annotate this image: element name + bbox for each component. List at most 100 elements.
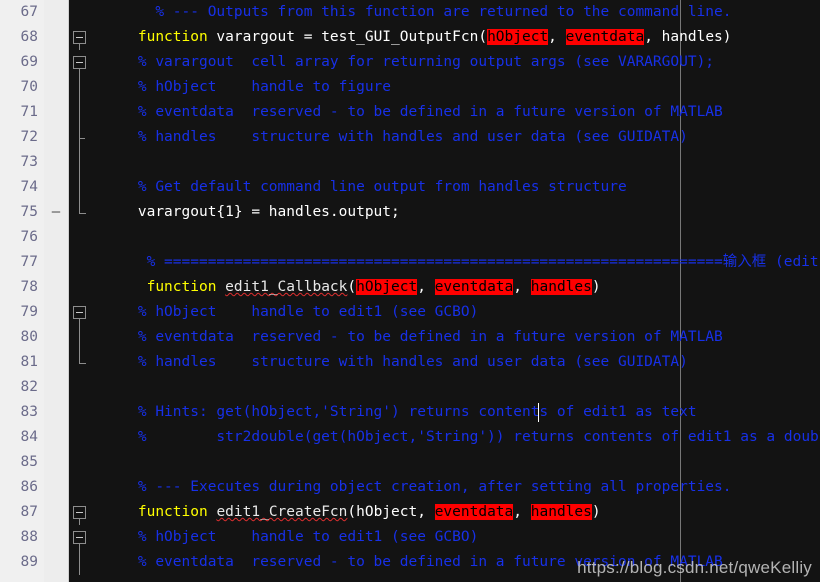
code-editor[interactable]: 67 68 69 70 71 72 73 74 75 — 76 77 78 79 80 81 82 83 84 85 8… <box>0 0 820 582</box>
gutter-row: 70 <box>0 75 68 100</box>
code-line[interactable]: % handles structure with handles and use… <box>68 350 820 375</box>
code-token-comment: % --- Outputs from this function are ret… <box>155 4 732 20</box>
code-line[interactable] <box>68 150 820 175</box>
gutter-row: 78 <box>0 275 68 300</box>
code-line[interactable]: % hObject handle to edit1 (see GCBO) <box>68 300 820 325</box>
code-token-text: varargout{1} = handles.output; <box>137 204 400 220</box>
code-token-comment: % varargout cell array for returning out… <box>137 54 715 70</box>
code-token-text: varargout = test_GUI_OutputFcn( <box>207 29 488 45</box>
editor-gutter[interactable]: 67 68 69 70 71 72 73 74 75 — 76 77 78 79 80 81 82 83 84 85 8… <box>0 0 69 582</box>
line-number: 85 <box>20 454 38 470</box>
fold-gutter-spacer <box>68 454 120 470</box>
code-token-text: , <box>417 279 435 295</box>
code-line[interactable]: % varargout cell array for returning out… <box>68 50 820 75</box>
line-number: 74 <box>20 179 38 195</box>
code-line[interactable]: % str2double(get(hObject,'String')) retu… <box>68 425 820 450</box>
code-token-text: ) <box>591 504 601 520</box>
code-line[interactable]: function varargout = test_GUI_OutputFcn(… <box>68 25 820 50</box>
fold-gutter-spacer <box>68 229 120 245</box>
gutter-row: 76 <box>0 225 68 250</box>
line-number: 88 <box>20 529 38 545</box>
code-line[interactable]: varargout{1} = handles.output; <box>68 200 820 225</box>
gutter-row: 69 <box>0 50 68 75</box>
gutter-row: 82 <box>0 375 68 400</box>
line-number: 78 <box>20 279 38 295</box>
fold-gutter-spacer <box>68 554 120 570</box>
code-token-highlighted: handles <box>530 279 592 295</box>
code-line[interactable]: % hObject handle to figure <box>68 75 820 100</box>
fold-gutter-spacer <box>68 504 120 520</box>
gutter-row: 72 <box>0 125 68 150</box>
line-number: 76 <box>20 229 38 245</box>
code-token-comment: % handles structure with handles and use… <box>137 129 688 145</box>
code-token-text: edit1_CreateFcn <box>216 504 348 520</box>
code-token-comment: % hObject handle to figure <box>137 79 392 95</box>
code-token-text: ( <box>347 279 357 295</box>
code-line[interactable]: function edit1_CreateFcn(hObject, eventd… <box>68 500 820 525</box>
line-number: 72 <box>20 129 38 145</box>
code-line[interactable]: % --- Outputs from this function are ret… <box>68 0 820 25</box>
code-token-highlighted: handles <box>530 504 592 520</box>
code-line[interactable]: % --- Executes during object creation, a… <box>68 475 820 500</box>
executable-line-marker[interactable]: — <box>44 200 68 225</box>
code-token-text: , <box>513 504 531 520</box>
code-line-list[interactable]: % --- Outputs from this function are ret… <box>68 0 820 575</box>
code-line[interactable]: % Hints: get(hObject,'String') returns c… <box>68 400 820 425</box>
code-line[interactable]: % Get default command line output from h… <box>68 175 820 200</box>
line-number: 69 <box>20 54 38 70</box>
code-line[interactable] <box>68 375 820 400</box>
code-line[interactable]: % handles structure with handles and use… <box>68 125 820 150</box>
line-number: 81 <box>20 354 38 370</box>
code-token-text: , <box>513 279 531 295</box>
gutter-row: 83 <box>0 400 68 425</box>
code-token-keyword: function <box>137 29 208 45</box>
line-number: 70 <box>20 79 38 95</box>
fold-gutter-spacer <box>68 354 120 370</box>
code-token-comment: % hObject handle to edit1 (see GCBO) <box>137 304 479 320</box>
fold-gutter-spacer <box>68 479 120 495</box>
line-number: 83 <box>20 404 38 420</box>
fold-gutter-spacer <box>68 104 120 120</box>
code-token-comment: % eventdata reserved - to be defined in … <box>137 554 723 570</box>
line-number: 68 <box>20 29 38 45</box>
line-number: 86 <box>20 479 38 495</box>
code-line[interactable]: % eventdata reserved - to be defined in … <box>68 550 820 575</box>
code-token-comment: % eventdata reserved - to be defined in … <box>137 104 723 120</box>
gutter-row: 84 <box>0 425 68 450</box>
code-line[interactable]: % eventdata reserved - to be defined in … <box>68 100 820 125</box>
code-token-comment: % Hints: get(hObject,'String') returns c… <box>137 404 697 420</box>
code-line[interactable] <box>68 225 820 250</box>
code-token-comment: % Get default command line output from h… <box>137 179 627 195</box>
gutter-line-list: 67 68 69 70 71 72 73 74 75 — 76 77 78 79 80 81 82 83 84 85 8… <box>0 0 68 575</box>
code-token-text: (hObject, <box>347 504 435 520</box>
code-token-text: , <box>548 29 566 45</box>
gutter-row: 87 <box>0 500 68 525</box>
code-line[interactable]: % hObject handle to edit1 (see GCBO) <box>68 525 820 550</box>
line-number: 73 <box>20 154 38 170</box>
fold-gutter-spacer <box>68 154 120 170</box>
fold-gutter-spacer <box>68 429 120 445</box>
code-line[interactable]: % ======================================… <box>68 250 820 275</box>
line-number: 89 <box>20 554 38 570</box>
code-line[interactable] <box>68 450 820 475</box>
fold-gutter-spacer <box>68 79 120 95</box>
code-token-text: ) <box>591 279 601 295</box>
fold-gutter-spacer <box>68 379 120 395</box>
fold-gutter-spacer <box>68 404 120 420</box>
fold-gutter-spacer <box>68 54 120 70</box>
code-line[interactable]: % eventdata reserved - to be defined in … <box>68 325 820 350</box>
code-token-keyword: function <box>137 504 208 520</box>
code-pane[interactable]: % --- Outputs from this function are ret… <box>68 0 820 582</box>
code-line[interactable]: function edit1_Callback(hObject, eventda… <box>68 275 820 300</box>
line-number: 67 <box>20 4 38 20</box>
gutter-row: 68 <box>0 25 68 50</box>
code-token-comment: % eventdata reserved - to be defined in … <box>137 329 723 345</box>
